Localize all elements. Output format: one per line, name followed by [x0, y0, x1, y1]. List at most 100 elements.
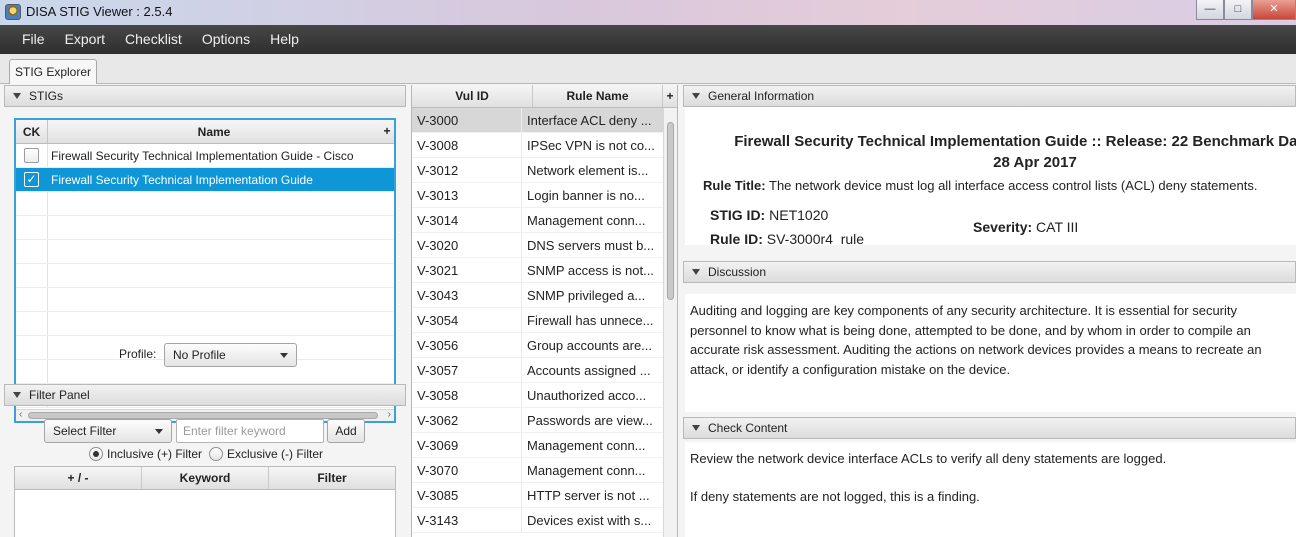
filter-keyword-input[interactable]: [176, 419, 324, 443]
profile-label: Profile:: [119, 347, 157, 361]
column-menu-plus-icon[interactable]: +: [380, 120, 394, 143]
stig-row-selected[interactable]: ✓ Firewall Security Technical Implementa…: [16, 168, 394, 192]
inclusive-radio[interactable]: [89, 447, 103, 461]
filter-type-value: Select Filter: [53, 424, 117, 438]
empty-row: [16, 312, 394, 336]
vuln-row-selected[interactable]: V-3000 Interface ACL deny ...: [412, 108, 677, 133]
filter-pane-header[interactable]: Filter Panel: [4, 384, 406, 406]
detail-panel: General Information Firewall Security Te…: [681, 85, 1296, 537]
rule-name: DNS servers must b...: [527, 238, 655, 253]
rule-name: Group accounts are...: [527, 338, 653, 353]
menu-file[interactable]: File: [12, 25, 55, 54]
check-content-header[interactable]: Check Content: [683, 417, 1296, 439]
rule-name: Accounts assigned ...: [527, 363, 651, 378]
vuln-row[interactable]: V-3056 Group accounts are...: [412, 333, 677, 358]
exclusive-label: Exclusive (-) Filter: [227, 447, 324, 461]
vuln-row[interactable]: V-3054 Firewall has unnece...: [412, 308, 677, 333]
inclusive-filter-option[interactable]: Inclusive (+) Filter: [89, 446, 202, 462]
add-filter-button[interactable]: Add: [327, 419, 365, 443]
column-menu-plus-icon[interactable]: +: [663, 85, 677, 107]
vuln-row[interactable]: V-3013 Login banner is no...: [412, 183, 677, 208]
filter-table: + / - Keyword Filter: [14, 466, 396, 537]
rule-title: Rule Title: The network device must log …: [703, 178, 1257, 193]
vuln-row[interactable]: V-3021 SNMP access is not...: [412, 258, 677, 283]
profile-dropdown[interactable]: No Profile: [164, 343, 297, 367]
stig-row[interactable]: Firewall Security Technical Implementati…: [16, 144, 394, 168]
stigs-pane-header[interactable]: STIGs: [4, 85, 406, 107]
stig-checkbox[interactable]: [24, 148, 39, 163]
column-header-vul-id[interactable]: Vul ID: [412, 85, 533, 107]
menu-checklist[interactable]: Checklist: [115, 25, 192, 54]
stig-name: Firewall Security Technical Implementati…: [51, 149, 354, 163]
tab-stig-explorer[interactable]: STIG Explorer: [9, 59, 98, 84]
scrollbar-thumb[interactable]: [667, 122, 674, 300]
column-header-keyword[interactable]: Keyword: [142, 467, 269, 489]
close-icon[interactable]: ✕: [1252, 0, 1296, 20]
rule-title-label: Rule Title:: [703, 178, 766, 193]
discussion-content: Auditing and logging are key components …: [685, 294, 1296, 412]
empty-row: [16, 240, 394, 264]
exclusive-filter-option[interactable]: Exclusive (-) Filter: [209, 446, 323, 462]
general-info-title: General Information: [708, 89, 815, 103]
scrollbar-thumb[interactable]: [28, 412, 378, 419]
vuln-id: V-3021: [412, 258, 522, 282]
rule-title-value: The network device must log all interfac…: [769, 178, 1258, 193]
vuln-id: V-3085: [412, 483, 522, 507]
app-icon: [5, 4, 21, 20]
severity: Severity: CAT III: [973, 219, 1078, 235]
vertical-scrollbar[interactable]: [663, 108, 677, 537]
vuln-row[interactable]: V-3069 Management conn...: [412, 433, 677, 458]
vuln-row[interactable]: V-3043 SNMP privileged a...: [412, 283, 677, 308]
rule-name: Management conn...: [527, 438, 646, 453]
menu-export[interactable]: Export: [55, 25, 115, 54]
exclusive-radio[interactable]: [209, 447, 223, 461]
menu-options[interactable]: Options: [192, 25, 260, 54]
chevron-down-icon: [280, 353, 288, 358]
vuln-row[interactable]: V-3143 Devices exist with s...: [412, 508, 677, 533]
rule-name: Passwords are view...: [527, 413, 653, 428]
minimize-icon[interactable]: —: [1196, 0, 1224, 20]
filter-table-header: + / - Keyword Filter: [15, 467, 395, 490]
menu-help[interactable]: Help: [260, 25, 309, 54]
vuln-row[interactable]: V-3057 Accounts assigned ...: [412, 358, 677, 383]
rule-name: IPSec VPN is not co...: [527, 138, 655, 153]
stig-checkbox-checked[interactable]: ✓: [24, 172, 39, 187]
maximize-icon[interactable]: □: [1224, 0, 1252, 20]
vuln-id: V-3014: [412, 208, 522, 232]
vuln-rows: V-3000 Interface ACL deny ... V-3008 IPSec …: [412, 108, 677, 533]
column-header-plus-minus[interactable]: + / -: [15, 467, 142, 489]
scroll-left-icon[interactable]: ‹: [19, 409, 22, 420]
collapse-triangle-icon: [13, 392, 21, 398]
vuln-table-header: Vul ID Rule Name +: [412, 85, 677, 108]
column-header-name[interactable]: Name: [48, 120, 380, 143]
vuln-row[interactable]: V-3070 Management conn...: [412, 458, 677, 483]
column-header-rule-name[interactable]: Rule Name: [533, 85, 663, 107]
rule-name: HTTP server is not ...: [527, 488, 650, 503]
vuln-row[interactable]: V-3008 IPSec VPN is not co...: [412, 133, 677, 158]
empty-row: [16, 192, 394, 216]
vuln-row[interactable]: V-3058 Unauthorized acco...: [412, 383, 677, 408]
general-info-header[interactable]: General Information: [683, 85, 1296, 107]
vuln-row[interactable]: V-3012 Network element is...: [412, 158, 677, 183]
title-bar: DISA STIG Viewer : 2.5.4 — □ ✕: [0, 0, 1296, 25]
column-header-ck[interactable]: CK: [16, 120, 48, 143]
vuln-row[interactable]: V-3085 HTTP server is not ...: [412, 483, 677, 508]
vuln-id: V-3058: [412, 383, 522, 407]
discussion-line: Auditing and logging are key components …: [690, 303, 1238, 318]
vuln-id: V-3012: [412, 158, 522, 182]
vuln-row[interactable]: V-3014 Management conn...: [412, 208, 677, 233]
rule-name: Interface ACL deny ...: [527, 113, 652, 128]
vuln-id: V-3013: [412, 183, 522, 207]
vuln-row[interactable]: V-3020 DNS servers must b...: [412, 233, 677, 258]
filter-type-dropdown[interactable]: Select Filter: [44, 419, 172, 443]
vuln-id: V-3062: [412, 408, 522, 432]
discussion-header[interactable]: Discussion: [683, 261, 1296, 283]
rule-name: SNMP privileged a...: [527, 288, 646, 303]
column-header-filter[interactable]: Filter: [269, 467, 395, 489]
window-controls: — □ ✕: [1196, 0, 1296, 20]
check-content-title: Check Content: [708, 421, 788, 435]
left-panel: STIGs CK Name + Firewall Security Techni…: [0, 85, 407, 537]
stig-id: STIG ID: NET1020: [710, 207, 828, 223]
scroll-right-icon[interactable]: ›: [388, 409, 391, 420]
vuln-row[interactable]: V-3062 Passwords are view...: [412, 408, 677, 433]
